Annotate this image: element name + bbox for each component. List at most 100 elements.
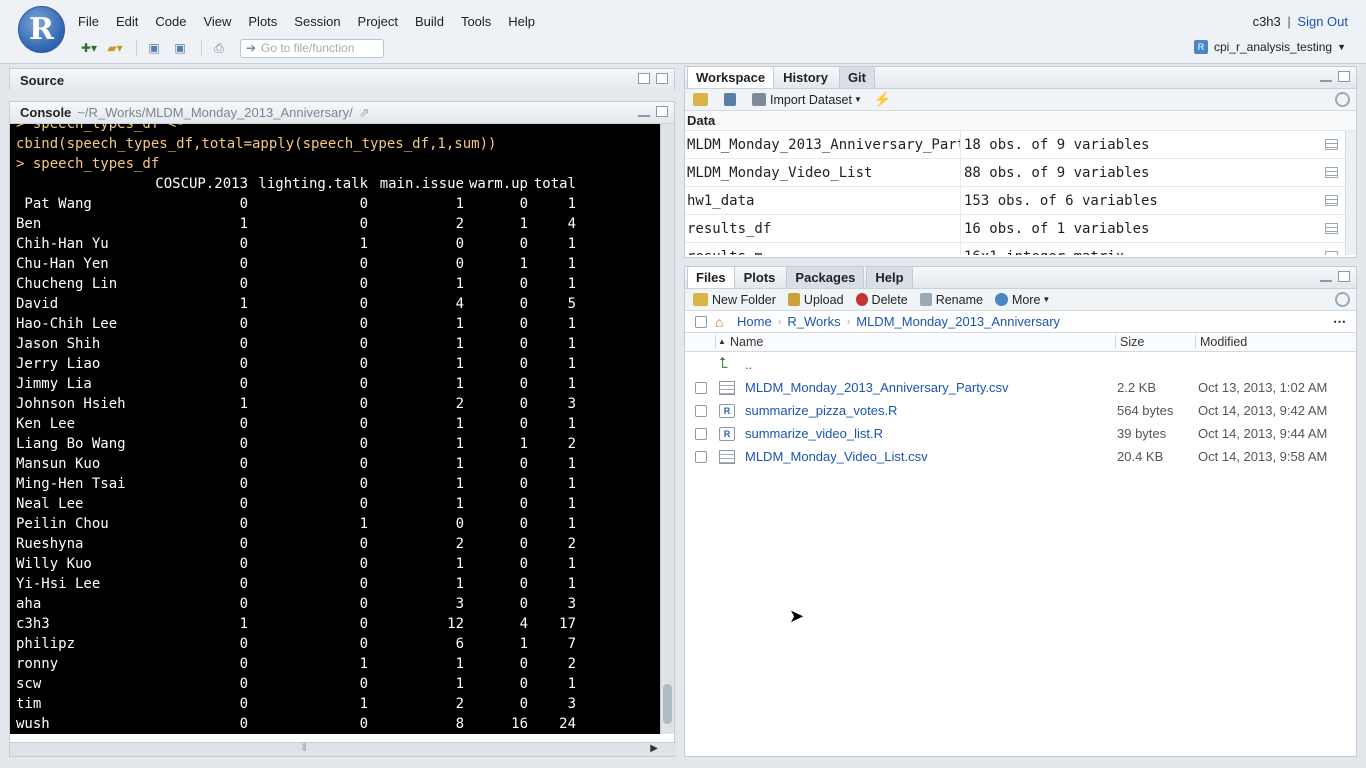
- menu-file[interactable]: File: [78, 14, 110, 29]
- row-name: Chih-Han Yu: [16, 236, 109, 252]
- menu-view[interactable]: View: [203, 14, 242, 29]
- console-output[interactable]: > speech_types_df <- cbind(speech_types_…: [10, 124, 662, 734]
- file-checkbox[interactable]: [695, 427, 707, 440]
- save-icon[interactable]: ▣: [143, 39, 165, 57]
- go-to-file-input[interactable]: ➔ Go to file/function: [240, 38, 384, 58]
- goto-directory-icon[interactable]: ⇗: [359, 105, 370, 121]
- row-name: Neal Lee: [16, 496, 84, 512]
- menu-session[interactable]: Session: [294, 14, 351, 29]
- modified-column-header[interactable]: Modified: [1195, 335, 1247, 349]
- delete-button[interactable]: Delete: [855, 293, 908, 307]
- restore-icon[interactable]: [638, 73, 650, 84]
- menu-plots[interactable]: Plots: [248, 14, 288, 29]
- breadcrumb-separator-icon: ›: [846, 315, 851, 328]
- scrollbar-thumb[interactable]: [663, 684, 672, 724]
- view-data-icon[interactable]: [1325, 139, 1338, 150]
- maximize-icon[interactable]: [656, 73, 668, 84]
- rename-button[interactable]: Rename: [919, 293, 983, 307]
- maximize-icon[interactable]: [1338, 271, 1350, 282]
- console-horizontal-scrollbar[interactable]: ⦀ ▶: [10, 742, 676, 756]
- minimize-icon[interactable]: [638, 113, 650, 117]
- breadcrumb-home[interactable]: Home: [737, 314, 772, 329]
- file-checkbox[interactable]: [695, 404, 707, 417]
- more-options-icon[interactable]: ⋯: [1333, 314, 1346, 330]
- breadcrumb-current[interactable]: MLDM_Monday_2013_Anniversary: [856, 314, 1060, 329]
- workspace-scrollbar[interactable]: [1345, 131, 1356, 255]
- menu-project[interactable]: Project: [358, 14, 409, 29]
- table-row: philipz 0 0 6 1 7: [16, 634, 662, 654]
- menu-edit[interactable]: Edit: [116, 14, 149, 29]
- maximize-icon[interactable]: [1338, 71, 1350, 82]
- workspace-item[interactable]: results_df 16 obs. of 1 variables: [685, 215, 1356, 243]
- view-data-icon[interactable]: [1325, 251, 1338, 255]
- open-file-icon[interactable]: ▰▾: [104, 39, 126, 57]
- tab-workspace[interactable]: Workspace: [687, 66, 775, 88]
- table-cell: 0: [359, 596, 368, 612]
- table-cell: 0: [359, 436, 368, 452]
- more-button[interactable]: More ▼: [994, 293, 1050, 307]
- select-all-checkbox[interactable]: [695, 315, 707, 328]
- name-column-header[interactable]: ▲ Name: [715, 335, 1115, 349]
- view-data-icon[interactable]: [1325, 223, 1338, 234]
- workspace-item[interactable]: MLDM_Monday_2013_Anniversary_Party 18 obs…: [685, 131, 1356, 159]
- tab-packages[interactable]: Packages: [786, 266, 865, 288]
- table-row: scw 0 0 1 0 1: [16, 674, 662, 694]
- view-data-icon[interactable]: [1325, 195, 1338, 206]
- print-icon[interactable]: ⎙: [208, 39, 230, 57]
- parent-up-icon: ⮤: [719, 355, 728, 372]
- file-name-link[interactable]: summarize_pizza_votes.R: [745, 403, 1117, 418]
- file-name-link[interactable]: MLDM_Monday_Video_List.csv: [745, 449, 1117, 464]
- table-cell: 1: [567, 556, 576, 572]
- table-cell: 0: [519, 556, 528, 572]
- tab-history[interactable]: History: [774, 66, 837, 88]
- clear-workspace-button[interactable]: ⚡: [874, 91, 891, 108]
- menu-code[interactable]: Code: [155, 14, 197, 29]
- save-all-icon[interactable]: ▣: [169, 39, 191, 57]
- file-checkbox[interactable]: [695, 450, 707, 463]
- new-file-icon[interactable]: ✚▾: [78, 39, 100, 57]
- tab-files[interactable]: Files: [687, 266, 735, 288]
- minimize-icon[interactable]: [1320, 78, 1332, 82]
- workspace-item[interactable]: MLDM_Monday_Video_List 88 obs. of 9 varia…: [685, 159, 1356, 187]
- view-data-icon[interactable]: [1325, 167, 1338, 178]
- file-row[interactable]: Rsummarize_pizza_votes.R 564 bytes Oct 14,…: [685, 399, 1356, 422]
- console-vertical-scrollbar[interactable]: [660, 124, 674, 734]
- file-checkbox[interactable]: [695, 381, 707, 394]
- size-column-header[interactable]: Size: [1115, 335, 1195, 349]
- tab-plots[interactable]: Plots: [735, 266, 785, 288]
- r-script-file-icon: R: [719, 426, 735, 441]
- file-name-link[interactable]: summarize_video_list.R: [745, 426, 1117, 441]
- refresh-icon[interactable]: [1335, 92, 1350, 107]
- table-cell: 0: [239, 256, 248, 272]
- load-workspace-button[interactable]: [693, 93, 712, 106]
- row-name: Ben: [16, 216, 42, 232]
- breadcrumb-r-works[interactable]: R_Works: [787, 314, 840, 329]
- upload-button[interactable]: Upload: [787, 293, 844, 307]
- file-row[interactable]: Rsummarize_video_list.R 39 bytes Oct 14, 2…: [685, 422, 1356, 445]
- tab-help[interactable]: Help: [866, 266, 913, 288]
- parent-directory-link[interactable]: ..: [745, 357, 1117, 372]
- scroll-right-icon[interactable]: ▶: [650, 743, 658, 754]
- tab-git[interactable]: Git: [838, 66, 875, 88]
- new-folder-button[interactable]: New Folder: [693, 293, 776, 307]
- save-workspace-button[interactable]: [724, 93, 740, 106]
- refresh-icon[interactable]: [1335, 292, 1350, 307]
- parent-directory-row[interactable]: ⮤ ..: [685, 352, 1356, 376]
- sign-out-link[interactable]: Sign Out: [1297, 14, 1348, 29]
- menu-build[interactable]: Build: [415, 14, 455, 29]
- menu-tools[interactable]: Tools: [461, 14, 502, 29]
- menu-help[interactable]: Help: [508, 14, 546, 29]
- project-menu[interactable]: R cpi_r_analysis_testing ▼: [1194, 40, 1346, 54]
- minimize-icon[interactable]: [1320, 278, 1332, 282]
- import-dataset-button[interactable]: Import Dataset ▼: [752, 93, 862, 107]
- file-row[interactable]: MLDM_Monday_2013_Anniversary_Party.csv 2.…: [685, 376, 1356, 399]
- table-cell: 0: [359, 276, 368, 292]
- row-name: philipz: [16, 636, 76, 652]
- restore-icon[interactable]: [656, 106, 668, 117]
- home-icon[interactable]: ⌂: [715, 315, 731, 329]
- table-row: Peilin Chou 0 1 0 0 1: [16, 514, 662, 534]
- file-row[interactable]: MLDM_Monday_Video_List.csv 20.4 KB Oct 14,…: [685, 445, 1356, 468]
- workspace-item[interactable]: results_m16x1 integer matrix: [685, 243, 1356, 255]
- workspace-item[interactable]: hw1_data 153 obs. of 6 variables: [685, 187, 1356, 215]
- file-name-link[interactable]: MLDM_Monday_2013_Anniversary_Party.csv: [745, 380, 1117, 395]
